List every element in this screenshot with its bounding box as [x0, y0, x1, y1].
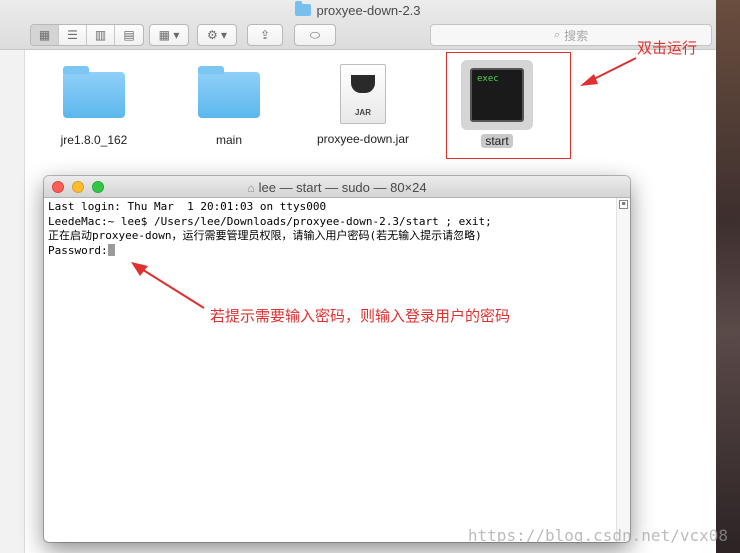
action-gear-button[interactable]: ⚙ ▾ [198, 25, 236, 45]
annotation-password-hint: 若提示需要输入密码，则输入登录用户的密码 [210, 308, 511, 325]
password-prompt: Password: [48, 243, 108, 257]
search-icon: ⌕ [553, 28, 561, 41]
terminal-output[interactable]: Last login: Thu Mar 1 20:01:03 on ttys00… [48, 200, 614, 542]
share-button[interactable]: ⇪ [248, 25, 282, 45]
text-cursor [107, 243, 115, 256]
folder-icon [198, 66, 260, 118]
terminal-line: 正在启动proxyee-down，运行需要管理员权限，请输入用户密码(若无输入提… [48, 229, 482, 242]
terminal-window: ⌂ lee — start — sudo — 80×24 Last login: … [44, 176, 630, 542]
home-icon: ⌂ [247, 181, 255, 195]
finder-toolbar: proxyee-down-2.3 ▦ ☰ ▥ ▤ ▦ ▾ ⚙ ▾ ⇪ ⬭ ⌕ 搜… [0, 0, 716, 50]
annotation-double-click: 双击运行 [637, 40, 698, 57]
file-item-label: proxyee-down.jar [316, 132, 410, 146]
watermark: https://blog.csdn.net/vcx08 [467, 526, 728, 545]
list-view-button[interactable]: ☰ [59, 25, 87, 45]
jar-badge: JAR [354, 108, 371, 117]
terminal-prompt-line: Password: [48, 243, 614, 259]
file-item-main[interactable]: main [192, 66, 266, 147]
folder-icon [295, 1, 312, 16]
terminal-title: ⌂ lee — start — sudo — 80×24 [44, 180, 630, 195]
tag-group: ⬭ [294, 24, 336, 46]
annotation-arrow-top [580, 57, 637, 86]
icon-view-button[interactable]: ▦ [31, 25, 59, 45]
arrange-button[interactable]: ▦ ▾ [150, 25, 188, 45]
terminal-line: Last login: Thu Mar 1 20:01:03 on ttys00… [48, 200, 327, 213]
finder-title-text: proxyee-down-2.3 [316, 3, 421, 18]
terminal-titlebar: ⌂ lee — start — sudo — 80×24 [44, 176, 630, 198]
action-group: ⚙ ▾ [197, 24, 237, 46]
finder-title: proxyee-down-2.3 [0, 1, 716, 21]
view-mode-group: ▦ ☰ ▥ ▤ [30, 24, 144, 46]
tag-button[interactable]: ⬭ [295, 25, 335, 45]
annotation-highlight-box [446, 52, 571, 159]
coffee-cup-icon [351, 75, 375, 93]
search-placeholder: 搜索 [564, 28, 589, 43]
jar-icon: JAR [340, 64, 386, 124]
arrange-group: ▦ ▾ [149, 24, 189, 46]
column-view-button[interactable]: ▥ [87, 25, 115, 45]
file-item-label: jre1.8.0_162 [60, 133, 128, 147]
coverflow-view-button[interactable]: ▤ [115, 25, 143, 45]
annotation-arrow-bottom [131, 262, 205, 309]
sidebar [0, 50, 25, 553]
scroll-menu-icon[interactable]: ≡ [619, 200, 628, 209]
file-item-jre[interactable]: jre1.8.0_162 [57, 66, 131, 147]
folder-icon [63, 66, 125, 118]
terminal-scrollbar[interactable]: ≡ [616, 198, 630, 542]
file-item-label: main [215, 133, 242, 147]
share-group: ⇪ [247, 24, 283, 46]
terminal-line: LeedeMac:~ lee$ /Users/lee/Downloads/pro… [48, 214, 492, 228]
file-item-jar[interactable]: JAR proxyee-down.jar [308, 64, 418, 146]
terminal-title-text: lee — start — sudo — 80×24 [258, 180, 427, 195]
